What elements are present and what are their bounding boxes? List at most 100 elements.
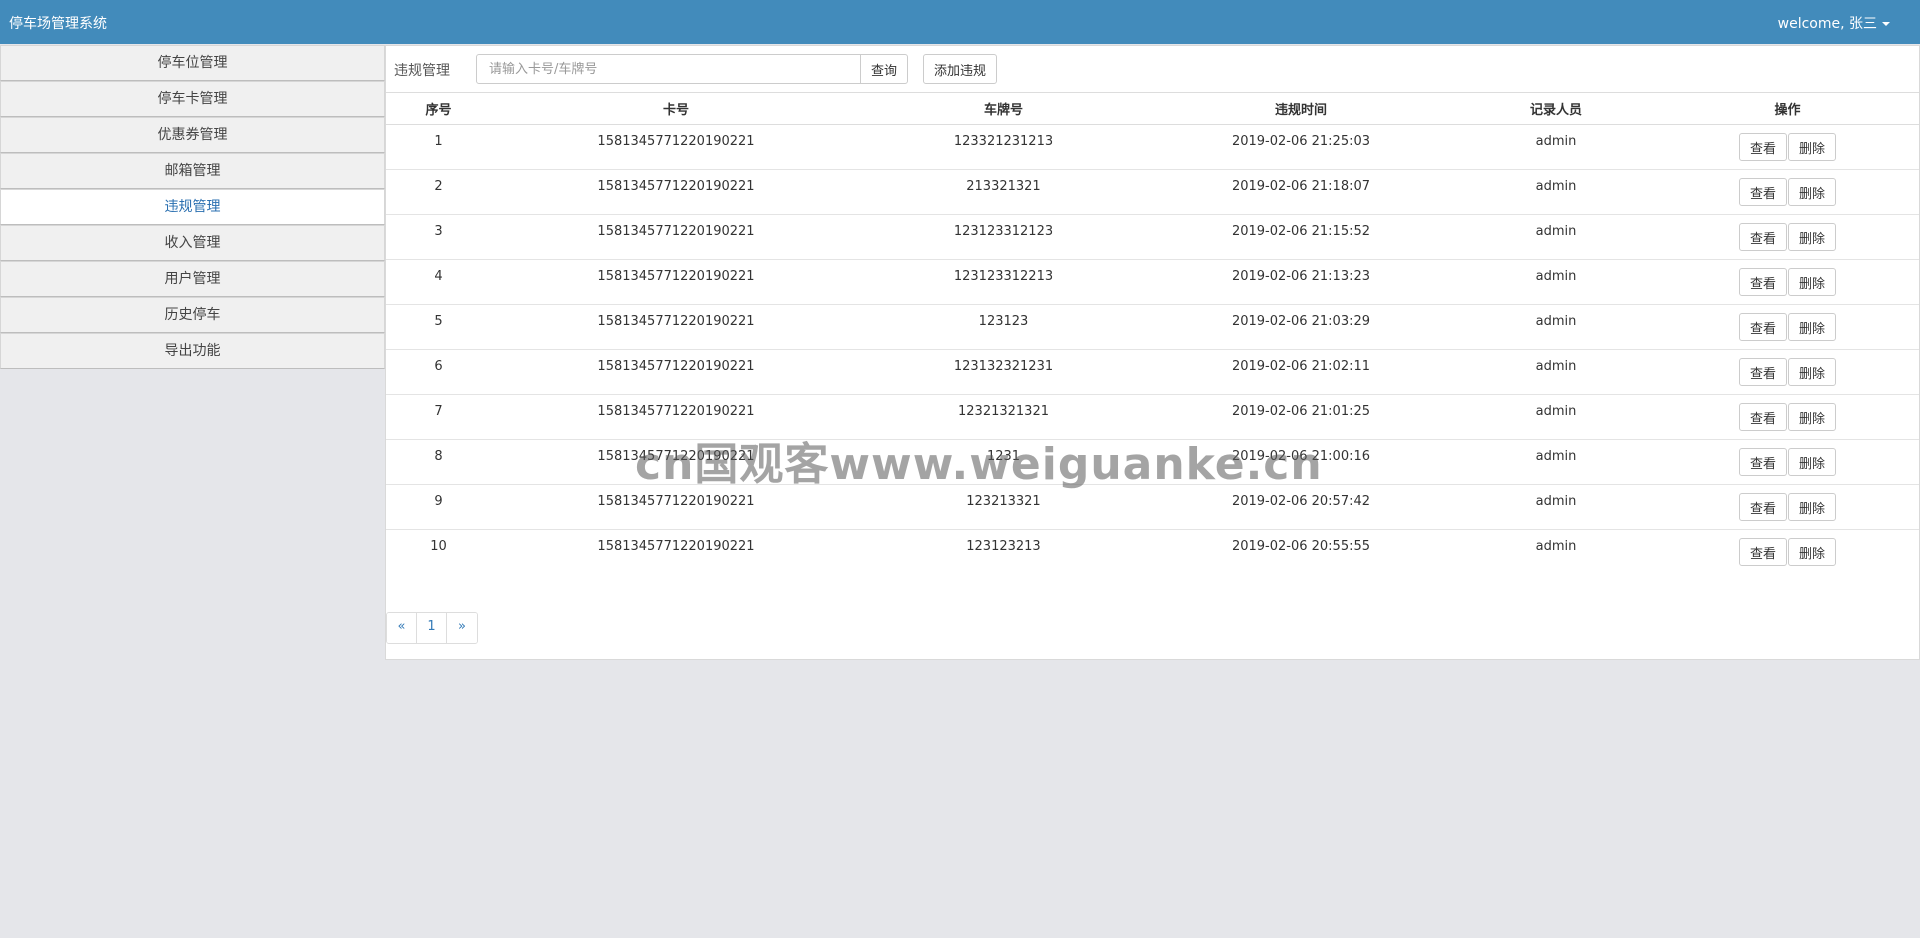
view-button[interactable]: 查看: [1738, 133, 1787, 161]
view-button[interactable]: 查看: [1738, 223, 1787, 251]
pagination: «1»: [386, 612, 478, 644]
table-row: 4 1581345771220190221 123123312213 2019-02-…: [386, 259, 1919, 305]
column-header: 卡号: [491, 92, 861, 125]
row-number: 4: [386, 259, 491, 305]
table-row: 1 1581345771220190221 123321231213 2019-02-…: [386, 124, 1919, 170]
user-greeting: welcome, 张三: [1777, 16, 1877, 32]
search-button[interactable]: 查询: [860, 54, 908, 84]
card-number: 1581345771220190221: [491, 484, 861, 530]
view-button[interactable]: 查看: [1738, 313, 1787, 341]
delete-button[interactable]: 删除: [1788, 178, 1837, 206]
page-link-1[interactable]: 1: [417, 613, 447, 643]
violation-time: 2019-02-06 21:03:29: [1146, 304, 1456, 350]
row-number: 5: [386, 304, 491, 350]
violation-table: 序号 卡号 车牌号 违规时间 记录人员 操作 1 1581345771220190…: [386, 92, 1919, 575]
row-number: 2: [386, 169, 491, 215]
row-number: 10: [430, 539, 447, 554]
delete-button[interactable]: 删除: [1788, 403, 1837, 431]
plate-number: 12321321321: [861, 394, 1146, 440]
view-button[interactable]: 查看: [1738, 268, 1787, 296]
recorder-name: admin: [1535, 539, 1577, 554]
recorder-name: admin: [1456, 349, 1656, 395]
row-actions: 查看 删除: [1656, 484, 1919, 530]
plate-number: 123132321231: [861, 349, 1146, 395]
column-header: 记录人员: [1456, 92, 1656, 125]
sidebar-item[interactable]: 优惠券管理: [0, 117, 385, 153]
column-header: 车牌号: [861, 92, 1146, 125]
add-violation-button[interactable]: 添加违规: [923, 54, 997, 84]
card-number: 1581345771220190221: [491, 349, 861, 395]
recorder-name: admin: [1456, 439, 1656, 485]
plate-number: 123123213: [966, 539, 1041, 554]
recorder-name: admin: [1456, 394, 1656, 440]
card-number: 1581345771220190221: [597, 539, 755, 554]
delete-button[interactable]: 删除: [1788, 493, 1837, 521]
view-button[interactable]: 查看: [1738, 358, 1787, 386]
violation-time: 2019-02-06 21:02:11: [1146, 349, 1456, 395]
sidebar-item[interactable]: 历史停车: [0, 297, 385, 333]
delete-button[interactable]: 删除: [1788, 448, 1837, 476]
section-label: 违规管理: [394, 63, 450, 79]
top-navbar: 停车场管理系统 welcome, 张三: [0, 0, 1920, 44]
row-actions: 查看 删除: [1656, 304, 1919, 350]
sidebar: 停车位管理 停车卡管理 优惠券管理 邮箱管理 违规管理 收入管理 用户管理 历史停车 导出功能: [0, 45, 385, 369]
view-button[interactable]: 查看: [1738, 448, 1787, 476]
row-number: 7: [386, 394, 491, 440]
plate-number: 123123312213: [861, 259, 1146, 305]
column-header: 操作: [1656, 92, 1919, 125]
violation-time: 2019-02-06 20:57:42: [1146, 484, 1456, 530]
recorder-name: admin: [1456, 484, 1656, 530]
search-input[interactable]: [476, 54, 861, 84]
prev-page-button[interactable]: «: [387, 613, 417, 643]
delete-button[interactable]: 删除: [1788, 268, 1837, 296]
table-row: 7 1581345771220190221 12321321321 2019-02-0…: [386, 394, 1919, 440]
row-number: 9: [386, 484, 491, 530]
plate-number: 1231: [861, 439, 1146, 485]
plate-number: 213321321: [861, 169, 1146, 215]
row-actions: 查看 删除: [1656, 259, 1919, 305]
sidebar-item[interactable]: 收入管理: [0, 225, 385, 261]
view-button[interactable]: 查看: [1738, 493, 1787, 521]
row-actions: 查看 删除: [1656, 124, 1919, 170]
view-button[interactable]: 查看: [1738, 538, 1787, 566]
table-row: 8 1581345771220190221 1231 2019-02-06 21:00…: [386, 439, 1919, 485]
caret-down-icon: [1882, 22, 1890, 26]
plate-number: 123213321: [861, 484, 1146, 530]
delete-button[interactable]: 删除: [1788, 538, 1837, 566]
table-row: 9 1581345771220190221 123213321 2019-02-06 …: [386, 484, 1919, 530]
column-header: 序号: [386, 92, 491, 125]
violation-time: 2019-02-06 21:25:03: [1146, 124, 1456, 170]
row-number: 1: [386, 124, 491, 170]
delete-button[interactable]: 删除: [1788, 313, 1837, 341]
card-number: 1581345771220190221: [491, 124, 861, 170]
view-button[interactable]: 查看: [1738, 178, 1787, 206]
violation-time: 2019-02-06 21:00:16: [1146, 439, 1456, 485]
column-header: 违规时间: [1146, 92, 1456, 125]
row-actions: 查看 删除: [1656, 530, 1919, 575]
delete-button[interactable]: 删除: [1788, 133, 1837, 161]
row-number: 8: [386, 439, 491, 485]
sidebar-item[interactable]: 停车位管理: [0, 45, 385, 81]
sidebar-item[interactable]: 停车卡管理: [0, 81, 385, 117]
user-menu[interactable]: welcome, 张三: [1778, 13, 1890, 33]
sidebar-item[interactable]: 邮箱管理: [0, 153, 385, 189]
recorder-name: admin: [1456, 259, 1656, 305]
row-actions: 查看 删除: [1656, 439, 1919, 485]
plate-number: 123123: [861, 304, 1146, 350]
main-panel: 违规管理 查询 添加违规 序号 卡号 车牌号 违规时间 记录人员 操作 1158…: [385, 45, 1920, 660]
delete-button[interactable]: 删除: [1788, 223, 1837, 251]
plate-number: 123321231213: [861, 124, 1146, 170]
row-actions: 查看 删除: [1656, 214, 1919, 260]
next-page-button[interactable]: »: [447, 613, 477, 643]
sidebar-item[interactable]: 用户管理: [0, 261, 385, 297]
view-button[interactable]: 查看: [1738, 403, 1787, 431]
recorder-name: admin: [1456, 124, 1656, 170]
sidebar-item[interactable]: 违规管理: [0, 189, 385, 225]
card-number: 1581345771220190221: [491, 304, 861, 350]
row-actions: 查看 删除: [1656, 349, 1919, 395]
table-row: 3 1581345771220190221 123123312123 2019-02-…: [386, 214, 1919, 260]
delete-button[interactable]: 删除: [1788, 358, 1837, 386]
violation-time: 2019-02-06 21:13:23: [1146, 259, 1456, 305]
card-number: 1581345771220190221: [491, 439, 861, 485]
sidebar-item[interactable]: 导出功能: [0, 333, 385, 369]
